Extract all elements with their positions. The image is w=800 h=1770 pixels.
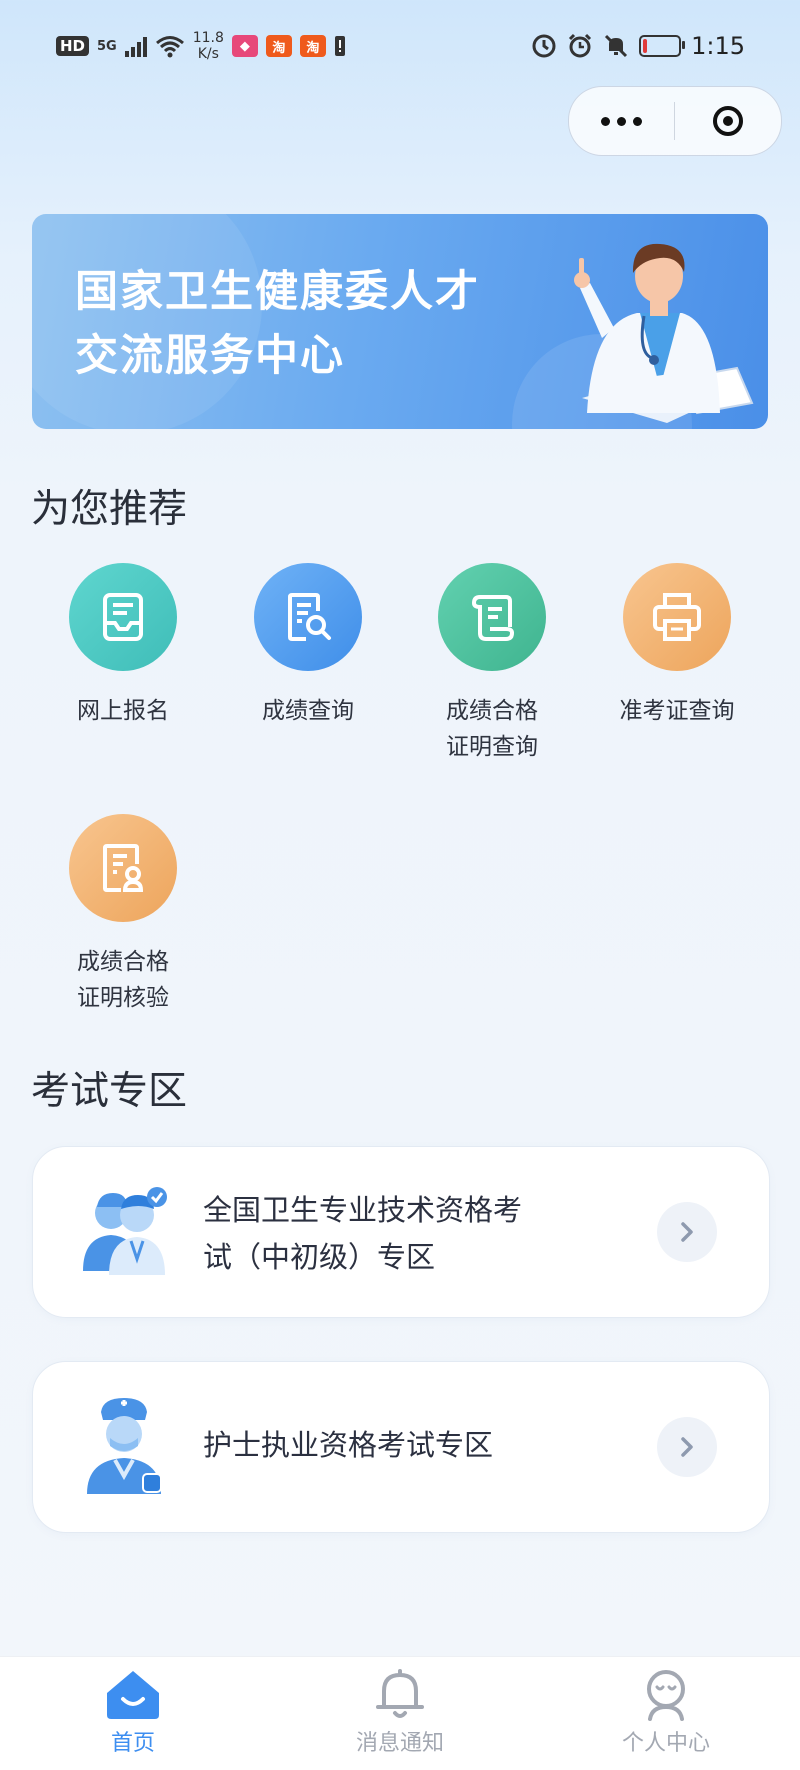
shopping-app-icon: ◆ [231, 35, 258, 57]
clock: 1:15 [691, 32, 745, 60]
banner-title: 国家卫生健康委人才 交流服务中心 [75, 260, 515, 388]
data-saver-icon [532, 34, 556, 58]
alarm-icon [569, 33, 592, 58]
exam-card-health-professional[interactable]: 全国卫生专业技术资格考 试（中初级）专区 [32, 1146, 770, 1318]
rec-item-label: 网上报名 [77, 698, 169, 724]
speed-unit: K/s [197, 46, 219, 62]
exam-card-nurse[interactable]: 护士执业资格考试专区 [32, 1361, 770, 1533]
inbox-form-icon [69, 563, 177, 671]
bottom-tab-bar: 首页 消息通知 个人中心 [0, 1656, 800, 1770]
profile-icon [647, 1670, 685, 1721]
chevron-right-icon[interactable] [657, 1417, 717, 1477]
home-icon [107, 1671, 159, 1719]
banner-title-line1: 国家卫生健康委人才 [75, 267, 480, 317]
rec-item-admission-ticket-query[interactable]: 准考证查询 [592, 563, 762, 729]
status-left: HD 5G 11.8 K/s ◆ 淘 淘 [56, 30, 346, 62]
document-search-icon [254, 563, 362, 671]
more-dots-icon[interactable] [569, 116, 674, 126]
tab-notifications[interactable]: 消息通知 [320, 1667, 480, 1757]
tab-label: 个人中心 [621, 1731, 710, 1756]
exam-card-title: 护士执业资格考试专区 [203, 1428, 494, 1462]
exam-zone-section-title: 考试专区 [31, 1069, 188, 1114]
wifi-icon [155, 36, 184, 58]
rec-item-label: 成绩合格 证明核验 [77, 949, 169, 1011]
alert-icon [334, 36, 345, 56]
rec-item-label: 成绩查询 [262, 698, 354, 724]
rec-item-certificate-query[interactable]: 成绩合格 证明查询 [407, 563, 577, 765]
status-bar: HD 5G 11.8 K/s ◆ 淘 淘 1:15 [0, 0, 800, 95]
bell-icon [376, 1669, 424, 1718]
tab-label: 消息通知 [355, 1731, 444, 1756]
close-button[interactable] [675, 106, 781, 136]
rec-item-label: 成绩合格 证明查询 [446, 698, 538, 760]
rec-item-online-registration[interactable]: 网上报名 [38, 563, 208, 729]
printer-icon [623, 563, 731, 671]
rec-item-certificate-verify[interactable]: 成绩合格 证明核验 [38, 814, 208, 1016]
doctor-illustration [574, 243, 754, 423]
tab-profile[interactable]: 个人中心 [586, 1667, 746, 1757]
exam-card-title: 全国卫生专业技术资格考 试（中初级）专区 [203, 1193, 523, 1274]
status-right: 1:15 [531, 32, 745, 60]
rec-item-score-query[interactable]: 成绩查询 [223, 563, 393, 729]
medical-staff-icon [83, 1187, 167, 1275]
network-speed: 11.8 K/s [193, 30, 224, 62]
signal-icon [124, 35, 147, 57]
nurse-icon [87, 1398, 162, 1494]
hero-banner[interactable]: 国家卫生健康委人才 交流服务中心 [32, 214, 768, 429]
network-type: 5G [97, 38, 117, 54]
target-close-icon [713, 106, 743, 136]
tab-label: 首页 [110, 1731, 155, 1756]
battery-icon [639, 35, 686, 57]
chevron-right-icon[interactable] [657, 1202, 717, 1262]
speed-value: 11.8 [192, 30, 224, 46]
taobao-icon: 淘 [265, 35, 292, 57]
taobao-icon: 淘 [299, 35, 326, 57]
rec-item-label: 准考证查询 [619, 698, 735, 724]
banner-title-line2: 交流服务中心 [75, 331, 345, 381]
recommend-section-title: 为您推荐 [31, 487, 188, 532]
mini-program-capsule [568, 86, 782, 156]
hd-badge: HD [56, 36, 90, 56]
certificate-verify-icon [69, 814, 177, 922]
mute-icon [605, 34, 628, 58]
scroll-certificate-icon [438, 563, 546, 671]
tab-home[interactable]: 首页 [53, 1667, 213, 1757]
